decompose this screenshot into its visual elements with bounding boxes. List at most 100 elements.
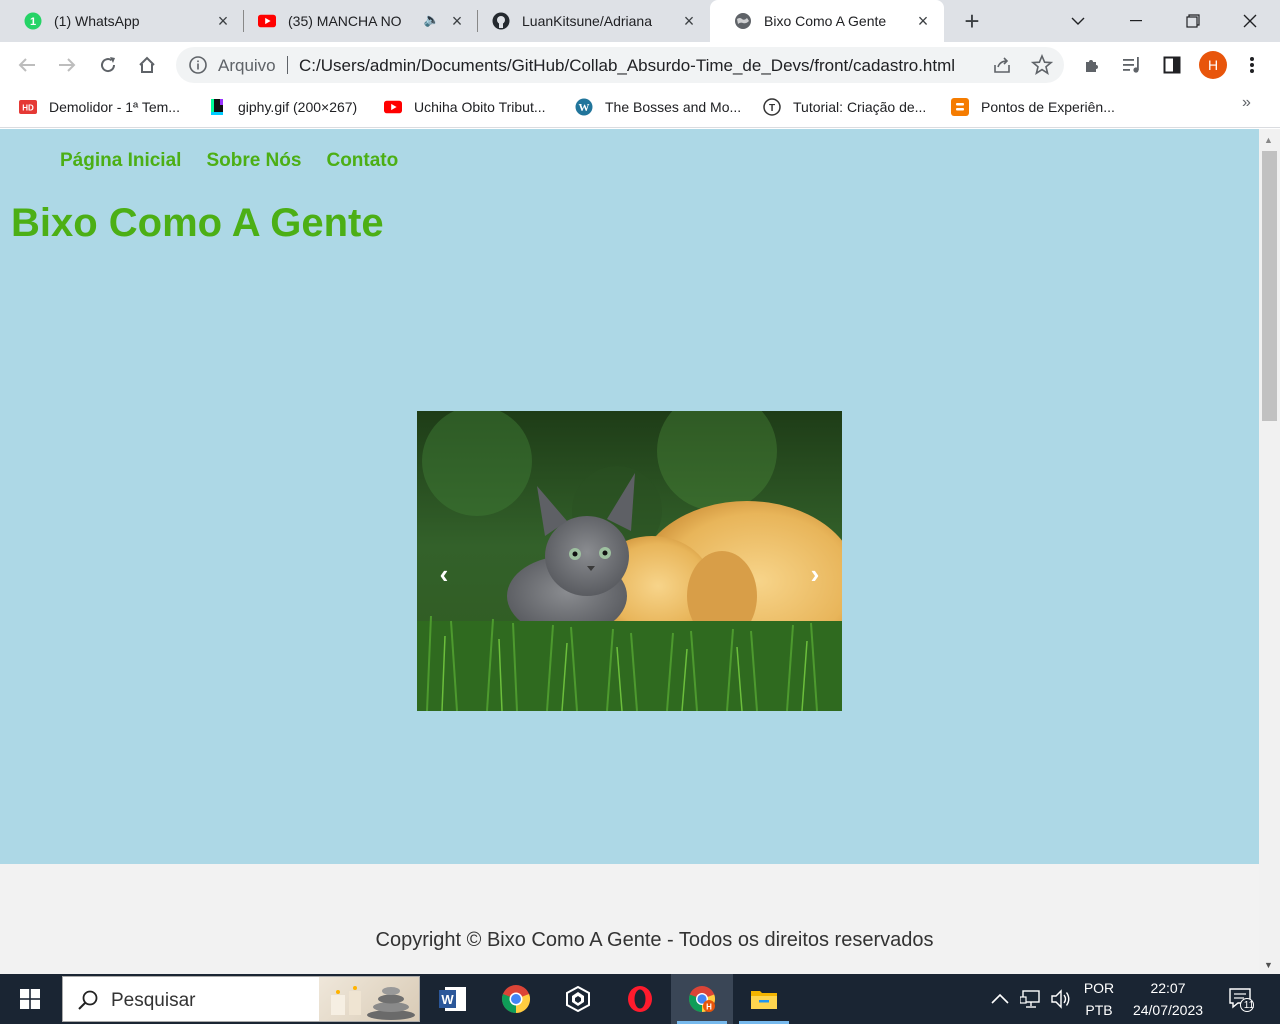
search-highlight-stones-image	[319, 977, 419, 1021]
close-icon[interactable]: ×	[214, 12, 232, 30]
scroll-down-arrow-icon[interactable]: ▼	[1264, 960, 1273, 970]
bookmark-label: The Bosses and Mo...	[605, 99, 742, 115]
taskbar-chrome-icon[interactable]	[485, 974, 547, 1024]
bookmarks-bar: HD Demolidor - 1ª Tem... giphy.gif (200×…	[0, 88, 1280, 128]
youtube-icon	[384, 98, 402, 116]
bookmark-label: giphy.gif (200×267)	[238, 99, 358, 115]
tab-youtube[interactable]: (35) MANCHA NO 🔈 ×	[234, 0, 478, 42]
svg-text:H: H	[706, 1003, 712, 1012]
site-title: Bixo Como A Gente	[11, 201, 384, 245]
browser-toolbar: Arquivo C:/Users/admin/Documents/GitHub/…	[0, 42, 1280, 88]
search-placeholder: Pesquisar	[111, 990, 196, 1011]
bookmark-bosses[interactable]: W The Bosses and Mo...	[575, 96, 741, 118]
page-main-section: Página Inicial Sobre Nós Contato Bixo Co…	[0, 129, 1259, 864]
taskbar-file-explorer-icon[interactable]	[733, 974, 795, 1024]
menu-dots-icon[interactable]	[1238, 51, 1266, 79]
windows-start-icon[interactable]	[0, 974, 60, 1024]
search-icon	[77, 989, 99, 1011]
wordpress-icon: W	[575, 98, 593, 116]
carousel-next-button[interactable]: ›	[800, 559, 830, 589]
notification-count-badge: 11	[1243, 1000, 1255, 1011]
svg-text:W: W	[579, 102, 590, 114]
bookmark-demolidor[interactable]: HD Demolidor - 1ª Tem...	[19, 96, 180, 118]
address-bar[interactable]: Arquivo C:/Users/admin/Documents/GitHub/…	[176, 47, 1064, 83]
close-icon[interactable]: ×	[914, 12, 932, 30]
more-bookmarks-chevron-icon[interactable]: »	[1242, 94, 1251, 112]
bookmark-label: Uchiha Obito Tribut...	[414, 99, 546, 115]
notification-center-icon[interactable]	[1228, 974, 1254, 1024]
youtube-icon	[258, 12, 276, 30]
extensions-icon[interactable]	[1078, 51, 1106, 79]
info-icon[interactable]	[188, 55, 208, 75]
scroll-up-arrow-icon[interactable]: ▲	[1264, 135, 1273, 145]
svg-text:HD: HD	[22, 104, 34, 113]
blogger-icon	[951, 98, 969, 116]
close-icon[interactable]: ×	[448, 12, 466, 30]
bookmark-label: Demolidor - 1ª Tem...	[49, 99, 180, 115]
nav-link-pagina-inicial[interactable]: Página Inicial	[60, 150, 181, 172]
github-icon	[492, 12, 510, 30]
site-nav: Página Inicial Sobre Nós Contato	[60, 150, 398, 172]
taskbar-opera-icon[interactable]	[609, 974, 671, 1024]
home-icon[interactable]	[133, 51, 161, 79]
carousel-prev-button[interactable]: ‹	[429, 559, 459, 589]
scrollbar-thumb[interactable]	[1262, 151, 1277, 421]
tab-strip: 1 (1) WhatsApp × (35) MANCHA NO 🔈 × Luan…	[0, 0, 1280, 42]
back-arrow-icon[interactable]	[13, 51, 41, 79]
whatsapp-icon: 1	[24, 12, 42, 30]
minimize-button[interactable]	[1108, 0, 1164, 42]
network-icon[interactable]	[1020, 974, 1042, 1024]
close-icon[interactable]: ×	[680, 12, 698, 30]
page-viewport: Página Inicial Sobre Nós Contato Bixo Co…	[0, 129, 1259, 974]
bookmark-tutorial[interactable]: T Tutorial: Criação de...	[763, 96, 926, 118]
taskbar-word-icon[interactable]: W	[422, 974, 484, 1024]
media-control-icon[interactable]	[1118, 51, 1146, 79]
carousel-image-kitten-and-puppy	[417, 411, 842, 711]
input-language[interactable]: POR	[1078, 980, 1120, 996]
bookmark-star-icon[interactable]	[1030, 53, 1054, 76]
speaker-icon[interactable]: 🔈	[424, 12, 440, 28]
close-window-button[interactable]	[1222, 0, 1278, 42]
bookmark-label: Pontos de Experiên...	[981, 99, 1115, 115]
tab-github[interactable]: LuanKitsune/Adriana ×	[468, 0, 710, 42]
bookmark-giphy[interactable]: giphy.gif (200×267)	[208, 96, 357, 118]
bookmark-pontos[interactable]: Pontos de Experiên...	[951, 96, 1115, 118]
tab-title: (1) WhatsApp	[54, 13, 140, 29]
hd-icon: HD	[19, 98, 37, 116]
url-text[interactable]: C:/Users/admin/Documents/GitHub/Collab_A…	[299, 56, 955, 76]
svg-text:1: 1	[30, 16, 36, 28]
bookmark-uchiha-obito[interactable]: Uchiha Obito Tribut...	[384, 96, 546, 118]
tab-bixo-como-a-gente[interactable]: Bixo Como A Gente ×	[710, 0, 944, 42]
nav-link-contato[interactable]: Contato	[326, 150, 398, 172]
taskbar-search-box[interactable]: Pesquisar	[62, 976, 420, 1022]
forward-arrow-icon[interactable]	[53, 51, 81, 79]
bookmark-label: Tutorial: Criação de...	[793, 99, 927, 115]
show-hidden-icons-chevron-icon[interactable]	[990, 974, 1010, 1024]
profile-avatar[interactable]: H	[1199, 51, 1227, 79]
giphy-icon	[208, 98, 226, 116]
volume-icon[interactable]	[1050, 974, 1072, 1024]
image-carousel: ‹ ›	[417, 411, 842, 711]
nav-link-sobre-nos[interactable]: Sobre Nós	[206, 150, 301, 172]
footer-copyright: Copyright © Bixo Como A Gente - Todos os…	[375, 929, 934, 951]
clock-time[interactable]: 22:07	[1126, 980, 1210, 996]
windows-taskbar: Pesquisar W H POR PTB 22:07 24/07/2023 1…	[0, 974, 1280, 1024]
taskbar-unity-icon[interactable]	[547, 974, 609, 1024]
side-panel-icon[interactable]	[1158, 51, 1186, 79]
clock-date[interactable]: 24/07/2023	[1126, 1002, 1210, 1018]
reload-icon[interactable]	[94, 51, 122, 79]
keyboard-layout[interactable]: PTB	[1078, 1002, 1120, 1018]
tab-whatsapp[interactable]: 1 (1) WhatsApp ×	[0, 0, 244, 42]
taskbar-chrome-profile-icon[interactable]: H	[671, 974, 733, 1024]
svg-text:W: W	[441, 992, 454, 1007]
new-tab-button[interactable]: +	[958, 7, 986, 35]
tab-title: LuanKitsune/Adriana	[522, 13, 652, 29]
globe-icon	[734, 12, 752, 30]
restore-button[interactable]	[1165, 0, 1221, 42]
share-icon[interactable]	[991, 54, 1013, 76]
page-scrollbar[interactable]: ▲ ▼	[1259, 129, 1280, 974]
tab-search-chevron-icon[interactable]	[1050, 0, 1106, 42]
tutorial-icon: T	[763, 98, 781, 116]
omnibox-divider	[287, 56, 288, 74]
file-scheme-label: Arquivo	[218, 56, 276, 75]
